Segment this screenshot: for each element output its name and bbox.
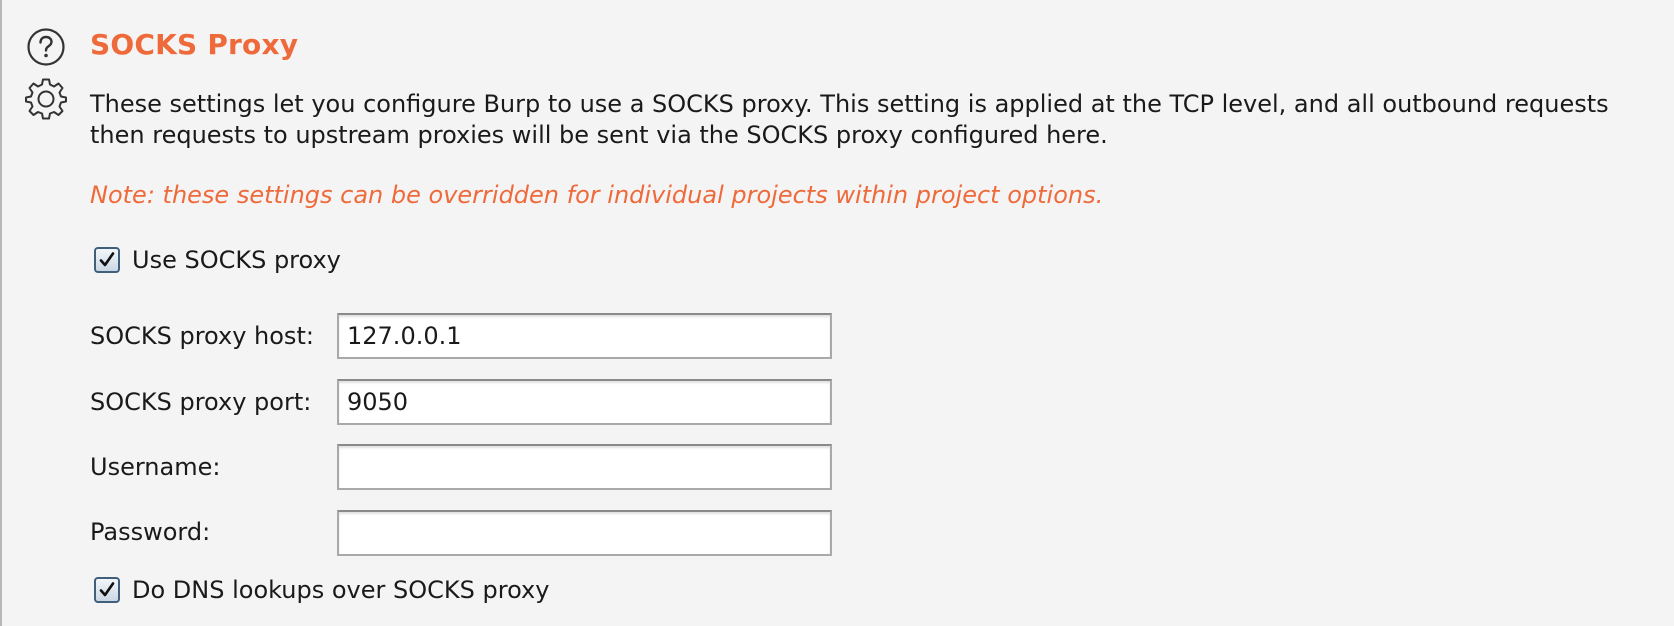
use-socks-proxy-checkbox[interactable] xyxy=(94,247,120,273)
project-override-note: Note: these settings can be overridden f… xyxy=(90,181,1104,209)
socks-port-input[interactable] xyxy=(337,379,832,425)
dns-over-socks-checkbox[interactable] xyxy=(94,577,120,603)
password-input[interactable] xyxy=(337,510,832,556)
section-description-line-2: then requests to upstream proxies will b… xyxy=(90,121,1108,149)
socks-proxy-panel: SOCKS Proxy These settings let you confi… xyxy=(0,0,1674,626)
gear-icon[interactable] xyxy=(24,77,68,121)
section-title: SOCKS Proxy xyxy=(90,28,299,61)
socks-port-label: SOCKS proxy port: xyxy=(90,388,312,416)
section-description-line-1: These settings let you configure Burp to… xyxy=(90,90,1609,118)
socks-host-label: SOCKS proxy host: xyxy=(90,322,314,350)
socks-host-input[interactable] xyxy=(337,313,832,359)
dns-over-socks-option[interactable]: Do DNS lookups over SOCKS proxy xyxy=(94,576,549,604)
password-label: Password: xyxy=(90,518,211,546)
use-socks-proxy-option[interactable]: Use SOCKS proxy xyxy=(94,246,341,274)
checkmark-icon xyxy=(99,252,115,267)
checkmark-icon xyxy=(99,582,115,597)
dns-over-socks-label[interactable]: Do DNS lookups over SOCKS proxy xyxy=(132,576,549,604)
username-input[interactable] xyxy=(337,444,832,490)
use-socks-proxy-label[interactable]: Use SOCKS proxy xyxy=(132,246,341,274)
username-label: Username: xyxy=(90,453,221,481)
help-icon[interactable] xyxy=(26,27,66,67)
